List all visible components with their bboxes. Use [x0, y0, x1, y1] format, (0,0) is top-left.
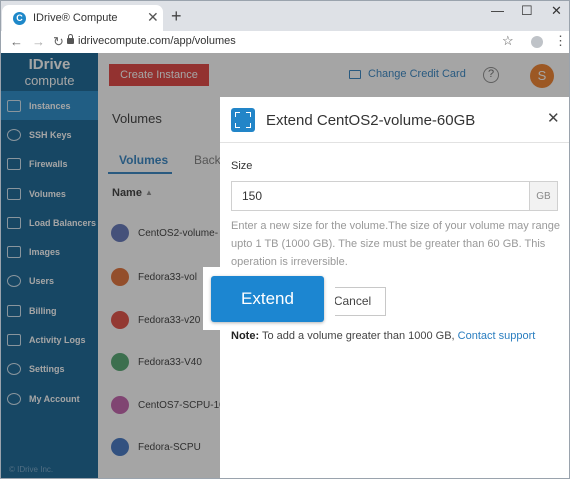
address-bar: ← → ↻ idrivecompute.com/app/volumes ☆ ⋮ [1, 31, 569, 53]
url-field[interactable]: idrivecompute.com/app/volumes [78, 35, 236, 47]
tab-title: IDrive® Compute [33, 12, 118, 24]
close-icon[interactable]: ✕ [547, 109, 560, 127]
extend-button[interactable]: Extend [211, 276, 324, 322]
new-tab-button[interactable]: + [171, 5, 182, 27]
size-help-text: Enter a new size for the volume.The size… [231, 220, 560, 268]
forward-button[interactable]: → [32, 33, 45, 51]
browser-tab[interactable]: C IDrive® Compute ✕ [2, 5, 163, 31]
profile-icon[interactable] [531, 36, 543, 48]
browser-menu-icon[interactable]: ⋮ [554, 33, 567, 49]
size-label: Size [231, 160, 253, 172]
window-close-button[interactable]: ✕ [551, 3, 562, 19]
size-unit: GB [529, 181, 558, 211]
back-button[interactable]: ← [10, 33, 23, 51]
modal-title: Extend CentOS2-volume-60GB [266, 112, 476, 129]
reload-button[interactable]: ↻ [53, 33, 64, 51]
expand-icon [231, 108, 255, 132]
size-input[interactable] [231, 181, 529, 211]
note-body: To add a volume greater than 1000 GB, [259, 330, 458, 342]
tab-strip: C IDrive® Compute ✕ + — ☐ ✕ [1, 1, 569, 31]
app: IDrive compute Instances SSH Keys Firewa… [1, 53, 569, 478]
favicon-icon: C [13, 12, 26, 25]
maximize-button[interactable]: ☐ [521, 3, 533, 19]
note-label: Note: [231, 330, 260, 342]
note-text: Note: To add a volume greater than 1000 … [231, 330, 535, 342]
contact-support-link[interactable]: Contact support [458, 330, 536, 342]
lock-icon [67, 34, 74, 44]
tab-close-icon[interactable]: ✕ [147, 9, 159, 25]
browser-window: C IDrive® Compute ✕ + — ☐ ✕ ← → ↻ idrive… [0, 0, 570, 479]
minimize-button[interactable]: — [491, 3, 504, 19]
divider [220, 142, 569, 143]
bookmark-star-icon[interactable]: ☆ [502, 33, 514, 49]
